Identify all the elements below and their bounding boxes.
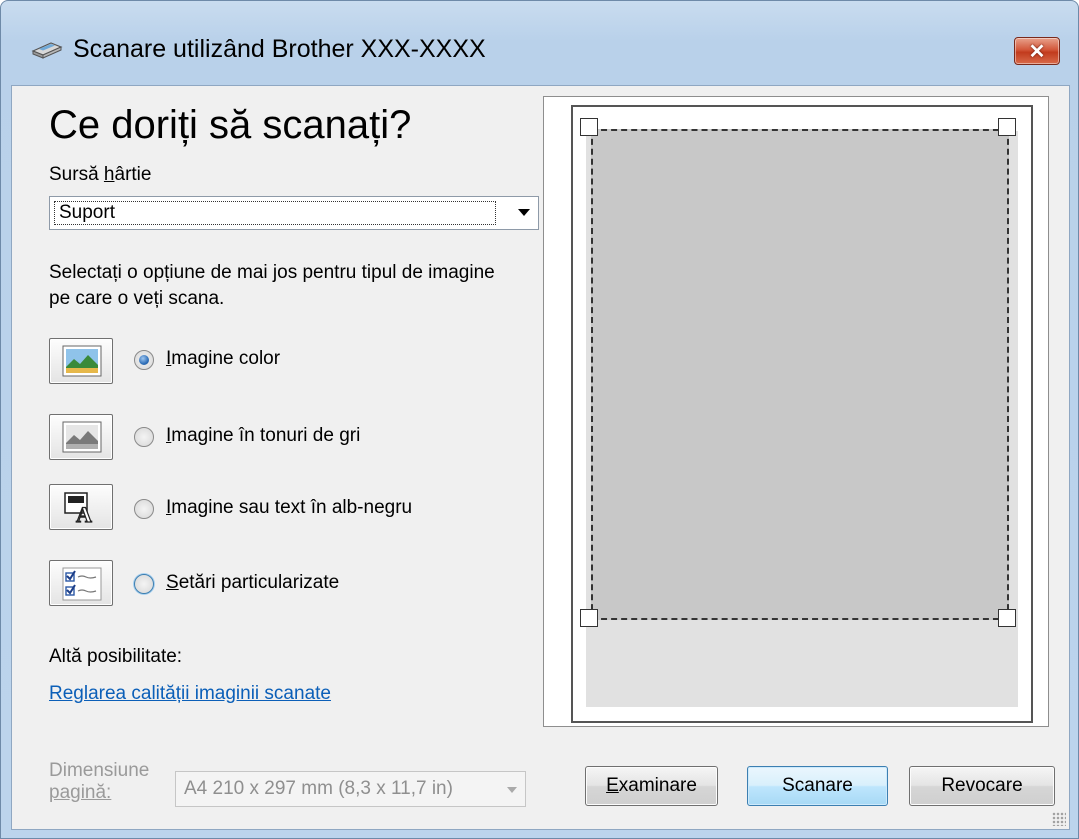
preview-pane [543, 96, 1049, 727]
black-white-button[interactable]: A [49, 484, 113, 530]
scan-button[interactable]: Scanare [747, 766, 888, 806]
custom-settings-label[interactable]: Setări particularizate [166, 572, 339, 594]
paper-source-label: Sursă hârtie [49, 164, 152, 185]
scan-dialog-window: Scanare utilizând Brother XXX-XXXX ✕ Ce … [0, 0, 1079, 839]
window-title: Scanare utilizând Brother XXX-XXXX [73, 35, 486, 63]
page-size-select: A4 210 x 297 mm (8,3 x 11,7 in) [175, 771, 526, 807]
black-white-text-icon: A [64, 492, 93, 525]
chevron-down-icon [518, 209, 530, 216]
custom-settings-icon [62, 567, 102, 601]
paper-source-select[interactable]: Suport [49, 196, 539, 230]
color-photo-icon [62, 345, 102, 377]
grayscale-image-button[interactable] [49, 414, 113, 460]
other-option-label: Altă posibilitate: [49, 646, 183, 667]
resize-grip[interactable] [1052, 812, 1066, 826]
title-bar: Scanare utilizând Brother XXX-XXXX ✕ [1, 1, 1078, 85]
preview-button[interactable]: Examinare [585, 766, 718, 806]
instruction-text: Selectați o opțiune de mai jos pentru ti… [49, 262, 495, 309]
color-image-radio[interactable] [134, 350, 154, 370]
page-size-label: Dimensiune pagină: [49, 760, 150, 803]
custom-settings-radio[interactable] [134, 574, 154, 594]
color-image-button[interactable] [49, 338, 113, 384]
crop-handle-bottom-left[interactable] [580, 609, 598, 627]
close-icon: ✕ [1028, 40, 1046, 63]
chevron-down-icon [507, 787, 517, 793]
black-white-label[interactable]: Imagine sau text în alb-negru [166, 497, 412, 519]
close-button[interactable]: ✕ [1014, 37, 1060, 65]
cancel-button[interactable]: Revocare [909, 766, 1055, 806]
scan-region[interactable] [591, 129, 1009, 620]
scanner-icon [31, 42, 63, 59]
crop-handle-bottom-right[interactable] [998, 609, 1016, 627]
dialog-body: Ce doriți să scanați? Sursă hârtie Supor… [11, 85, 1070, 830]
scanner-bed [571, 105, 1033, 723]
page-size-value: A4 210 x 297 mm (8,3 x 11,7 in) [184, 778, 453, 799]
color-image-label[interactable]: Imagine color [166, 348, 280, 370]
crop-handle-top-left[interactable] [580, 118, 598, 136]
grayscale-image-radio[interactable] [134, 427, 154, 447]
black-white-radio[interactable] [134, 499, 154, 519]
grayscale-photo-icon [62, 421, 102, 453]
grayscale-image-label[interactable]: Imagine în tonuri de gri [166, 425, 360, 447]
paper-source-value: Suport [54, 201, 496, 225]
crop-handle-top-right[interactable] [998, 118, 1016, 136]
svg-text:A: A [76, 502, 92, 525]
custom-settings-button[interactable] [49, 560, 113, 606]
adjust-quality-link[interactable]: Reglarea calității imaginii scanate [49, 683, 331, 705]
page-title: Ce doriți să scanați? [49, 103, 412, 147]
